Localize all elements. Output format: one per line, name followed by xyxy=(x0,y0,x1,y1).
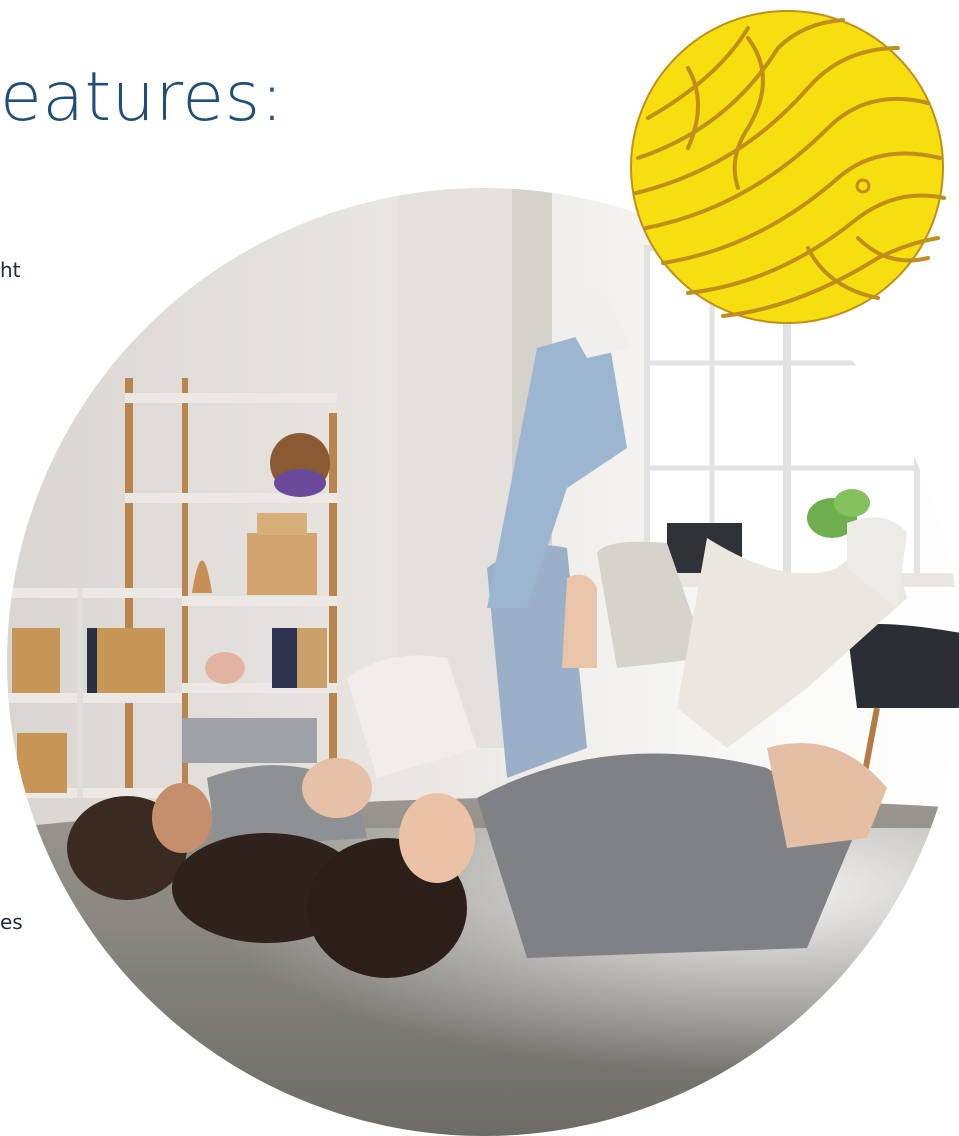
children-photo xyxy=(7,188,959,1136)
topographic-lines-icon xyxy=(630,10,946,324)
clipped-text-fragment-bottom: es xyxy=(0,910,23,934)
section-heading: eatures: xyxy=(0,58,284,137)
topographic-badge xyxy=(628,8,946,326)
clipped-text-fragment-top: ht xyxy=(0,258,21,282)
children-lying-on-rug-photo xyxy=(7,188,959,1136)
